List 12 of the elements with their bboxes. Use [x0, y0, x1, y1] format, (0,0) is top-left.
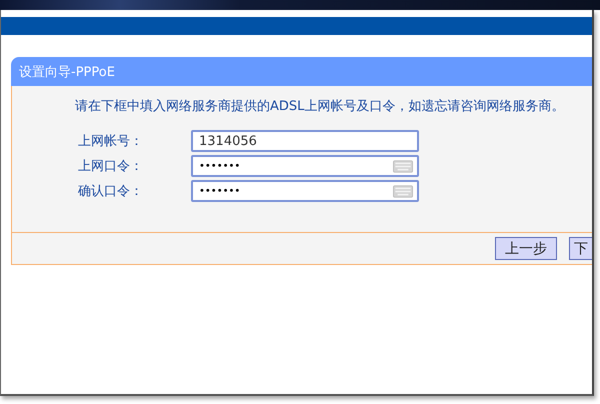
- panel-title: 设置向导-PPPoE: [19, 64, 115, 80]
- keyboard-icon[interactable]: [393, 184, 413, 198]
- field-label: 上网口令：: [77, 158, 144, 175]
- nav-button[interactable]: 上一步: [495, 237, 557, 260]
- input-field[interactable]: •••••••: [191, 155, 419, 177]
- nav-button[interactable]: 下: [569, 237, 592, 260]
- instruction-text: 请在下框中填入网络服务商提供的ADSL上网帐号及口令，如遗忘请咨询网络服务商。: [75, 98, 565, 116]
- field-label: 确认口令：: [77, 183, 144, 200]
- input-field[interactable]: 1314056: [191, 130, 419, 152]
- input-field[interactable]: •••••••: [191, 180, 419, 202]
- keyboard-icon[interactable]: [393, 160, 413, 172]
- field-label: 上网帐号：: [77, 133, 144, 150]
